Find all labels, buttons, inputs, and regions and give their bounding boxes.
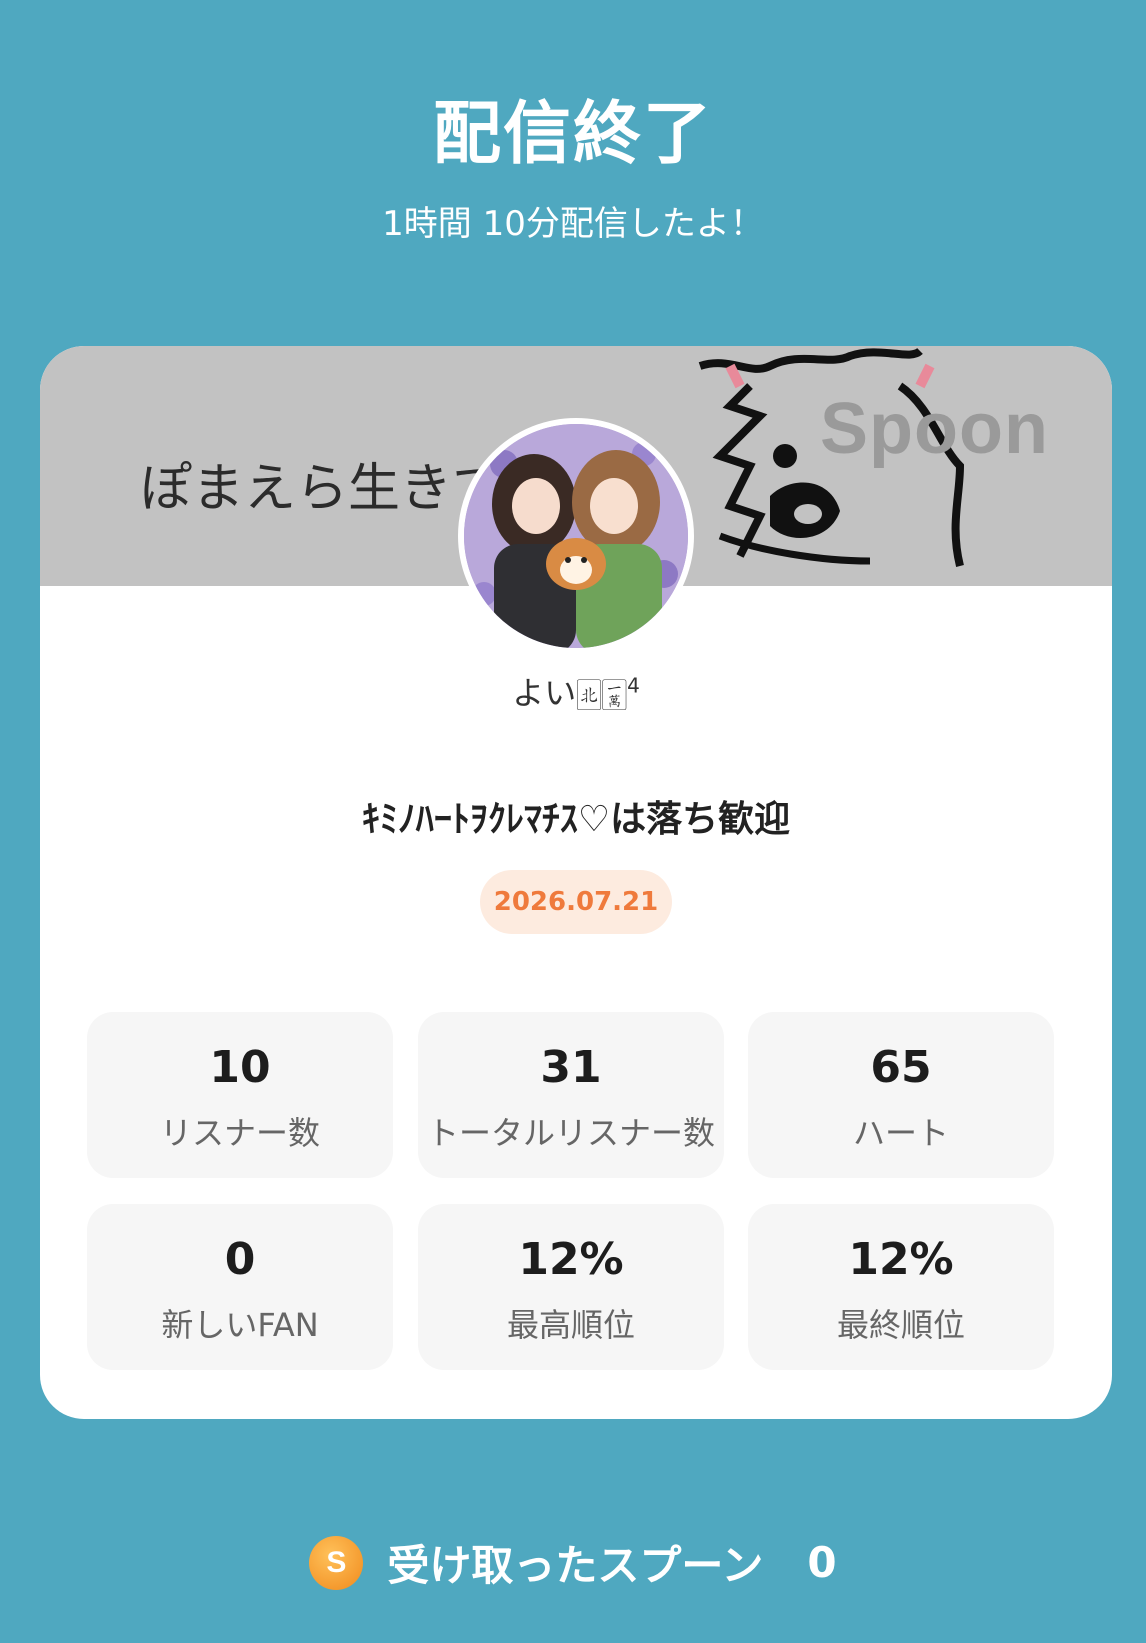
stat-label: ハート [852,1114,949,1152]
stat-label: 最終順位 [836,1306,965,1344]
stat-final-rank: 12% 最終順位 [748,1204,1054,1370]
stat-value: 10 [209,1042,271,1093]
avatar-image [464,424,688,648]
stat-highest-rank: 12% 最高順位 [418,1204,724,1370]
avatar[interactable] [458,418,694,654]
received-spoons: S 受け取ったスプーン 0 [0,1532,1146,1592]
broadcast-duration: 1時間 10分配信したよ！ [382,204,764,244]
stat-value: 12% [848,1234,954,1285]
stat-listeners: 10 リスナー数 [87,1012,393,1178]
spoon-watermark: Spoon [820,389,1049,469]
stat-label: トータルリスナー数 [426,1114,715,1152]
stat-label: 新しいFAN [161,1306,319,1344]
received-spoons-label: 受け取ったスプーン [387,1541,764,1590]
username-superscript: 4 [627,673,640,698]
stat-value: 12% [518,1234,624,1285]
username-text: よい🀃🀇 [512,674,628,712]
stat-total-listeners: 31 トータルリスナー数 [418,1012,724,1178]
stat-value: 0 [224,1234,256,1285]
spoon-coin-icon: S [309,1535,364,1590]
banner-text: ぽまえら生きて [140,459,505,519]
stat-value: 65 [870,1042,932,1093]
username: よい🀃🀇4 [40,668,1112,714]
stat-label: リスナー数 [159,1114,320,1152]
stat-label: 最高順位 [506,1306,635,1344]
stat-new-fans: 0 新しいFAN [87,1204,393,1370]
date-badge: 2026.07.21 [480,870,672,934]
broadcast-title: ｷﾐﾉﾊｰﾄｦｸﾚﾏﾁｽ♡は落ち歓迎 [361,799,791,840]
page-title: 配信終了 [432,95,713,174]
summary-card: ぽまえら生きて Spoon よい🀃🀇4 ｷﾐﾉﾊｰﾄｦｸﾚﾏﾁｽ♡は落ち歓迎 2… [40,346,1112,1419]
received-spoons-count: 0 [807,1538,837,1587]
stat-value: 31 [540,1042,602,1093]
stat-hearts: 65 ハート [748,1012,1054,1178]
